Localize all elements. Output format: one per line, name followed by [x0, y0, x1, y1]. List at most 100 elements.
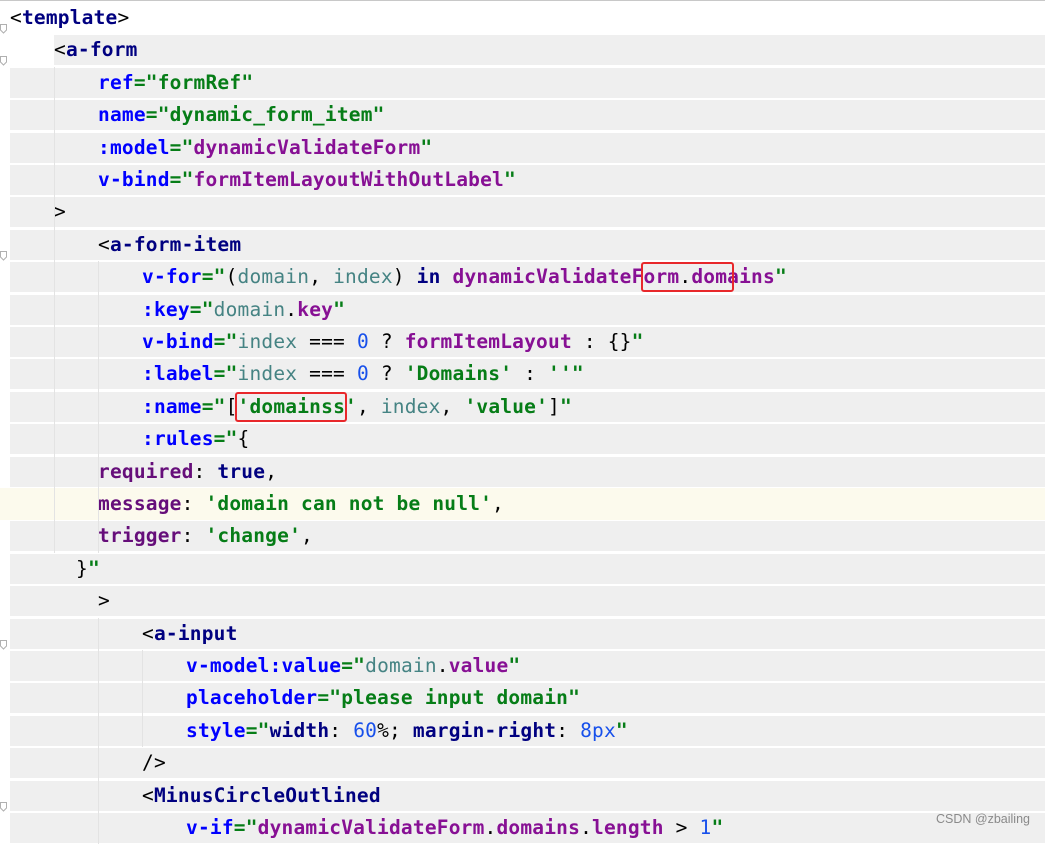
- code-token: ,: [440, 394, 465, 418]
- code-text: <MinusCircleOutlined: [142, 780, 381, 812]
- indent-guide: [142, 650, 143, 748]
- code-token: index: [237, 362, 298, 386]
- code-line[interactable]: :rules="{: [0, 423, 1045, 455]
- code-line[interactable]: <template>: [0, 2, 1045, 34]
- code-token: 'change': [205, 524, 302, 548]
- code-token: %: [377, 718, 390, 742]
- code-line[interactable]: :label="index === 0 ? 'Domains' : ''": [0, 358, 1045, 390]
- code-token: ": [568, 686, 581, 710]
- code-token: 0: [356, 362, 369, 386]
- code-token: ref: [98, 70, 134, 94]
- code-token: ": [87, 556, 100, 580]
- code-token: 0: [356, 330, 369, 353]
- code-line[interactable]: ref="formRef": [0, 67, 1045, 99]
- code-text: trigger: 'change',: [98, 520, 313, 552]
- code-token: 8px: [580, 718, 616, 742]
- code-line-current[interactable]: message: 'domain can not be null',: [0, 488, 1045, 521]
- code-line[interactable]: >: [0, 196, 1045, 228]
- code-token: ===: [297, 330, 357, 353]
- code-line[interactable]: name="dynamic_form_item": [0, 99, 1045, 131]
- indent-guide: [98, 261, 99, 553]
- code-token: :: [181, 492, 206, 515]
- code-token: ): [392, 265, 417, 289]
- code-text: name="dynamic_form_item": [98, 99, 385, 131]
- code-line[interactable]: <MinusCircleOutlined: [0, 780, 1045, 812]
- code-token: true: [217, 459, 266, 483]
- code-token: placeholder: [186, 686, 318, 710]
- code-token: v-model:value: [186, 654, 342, 677]
- code-token: required: [98, 459, 194, 483]
- code-token: =": [169, 135, 194, 159]
- code-token: ": [559, 394, 572, 418]
- code-line[interactable]: v-bind="formItemLayoutWithOutLabel": [0, 164, 1045, 196]
- code-text: <a-form: [54, 34, 138, 66]
- code-token: message: [98, 492, 182, 515]
- code-editor[interactable]: <template> <a-form ref="formRef" name="dyna…: [0, 0, 1045, 844]
- code-text: style="width: 60%; margin-right: 8px": [186, 715, 628, 747]
- code-line[interactable]: }": [0, 553, 1045, 585]
- code-token: =": [213, 330, 238, 353]
- code-token: =": [245, 718, 270, 742]
- code-token: =": [201, 394, 226, 418]
- code-token: =": [189, 297, 214, 321]
- code-token: >: [54, 200, 66, 224]
- code-token: <: [142, 783, 154, 807]
- code-token: =": [213, 362, 238, 386]
- code-text: message: 'domain can not be null',: [98, 488, 504, 520]
- code-token: a-form: [65, 38, 138, 62]
- code-line[interactable]: />: [0, 747, 1045, 779]
- code-token: <: [54, 38, 66, 62]
- code-token: formRef: [157, 70, 242, 94]
- code-token: in: [416, 265, 441, 289]
- code-line[interactable]: trigger: 'change',: [0, 520, 1045, 552]
- code-line[interactable]: <a-input: [0, 618, 1045, 650]
- code-token: =": [133, 70, 158, 94]
- code-text: >: [98, 585, 110, 617]
- code-token: a-input: [153, 621, 238, 645]
- code-line[interactable]: style="width: 60%; margin-right: 8px": [0, 715, 1045, 747]
- line-highlight-bg: [10, 586, 1045, 617]
- code-text: ref="formRef": [98, 67, 253, 99]
- code-token: trigger: [98, 524, 182, 548]
- line-highlight-bg: [10, 197, 1045, 228]
- code-token: ?: [368, 330, 405, 353]
- code-line[interactable]: >: [0, 585, 1045, 617]
- code-token: domain: [237, 265, 310, 289]
- code-line[interactable]: <a-form-item: [0, 229, 1045, 261]
- code-text: />: [142, 747, 166, 779]
- code-token: ,: [301, 524, 313, 548]
- code-text: <a-input: [142, 618, 238, 650]
- code-token: =": [145, 103, 170, 127]
- code-token: :rules: [142, 427, 214, 451]
- code-line[interactable]: placeholder="please input domain": [0, 682, 1045, 714]
- code-line[interactable]: :model="dynamicValidateForm": [0, 132, 1045, 164]
- code-text: >: [54, 196, 66, 228]
- code-token: dynamicValidateForm: [193, 135, 421, 159]
- code-token: width: [269, 718, 330, 742]
- code-text: v-if="dynamicValidateForm.domains.length…: [186, 812, 723, 844]
- watermark: CSDN @zbailing: [936, 812, 1030, 826]
- code-token: ": [420, 135, 433, 159]
- code-line[interactable]: :name="['domainss', index, 'value']": [0, 391, 1045, 423]
- code-line[interactable]: v-model:value="domain.value": [0, 650, 1045, 682]
- code-token: MinusCircleOutlined: [153, 783, 381, 807]
- code-token: <: [10, 6, 22, 29]
- code-text: <a-form-item: [98, 229, 241, 261]
- code-token: :label: [142, 362, 214, 386]
- code-line[interactable]: <a-form: [0, 34, 1045, 67]
- code-token: :model: [98, 135, 170, 159]
- code-token: .: [436, 654, 449, 677]
- code-token: domain: [365, 654, 437, 677]
- code-text: <template>: [10, 2, 129, 34]
- code-text: placeholder="please input domain": [186, 682, 580, 714]
- code-token: 'value': [464, 394, 549, 418]
- code-line[interactable]: v-for="(domain, index) in dynamicValidat…: [0, 261, 1045, 293]
- code-line[interactable]: required: true,: [0, 456, 1045, 488]
- code-line[interactable]: v-bind="index === 0 ? formItemLayout : {…: [0, 326, 1045, 358]
- code-token: :: [329, 718, 354, 742]
- code-text: :rules="{: [142, 423, 249, 455]
- code-line[interactable]: :key="domain.key": [0, 294, 1045, 326]
- code-line[interactable]: v-if="dynamicValidateForm.domains.length…: [0, 812, 1045, 844]
- code-token: >: [98, 589, 110, 613]
